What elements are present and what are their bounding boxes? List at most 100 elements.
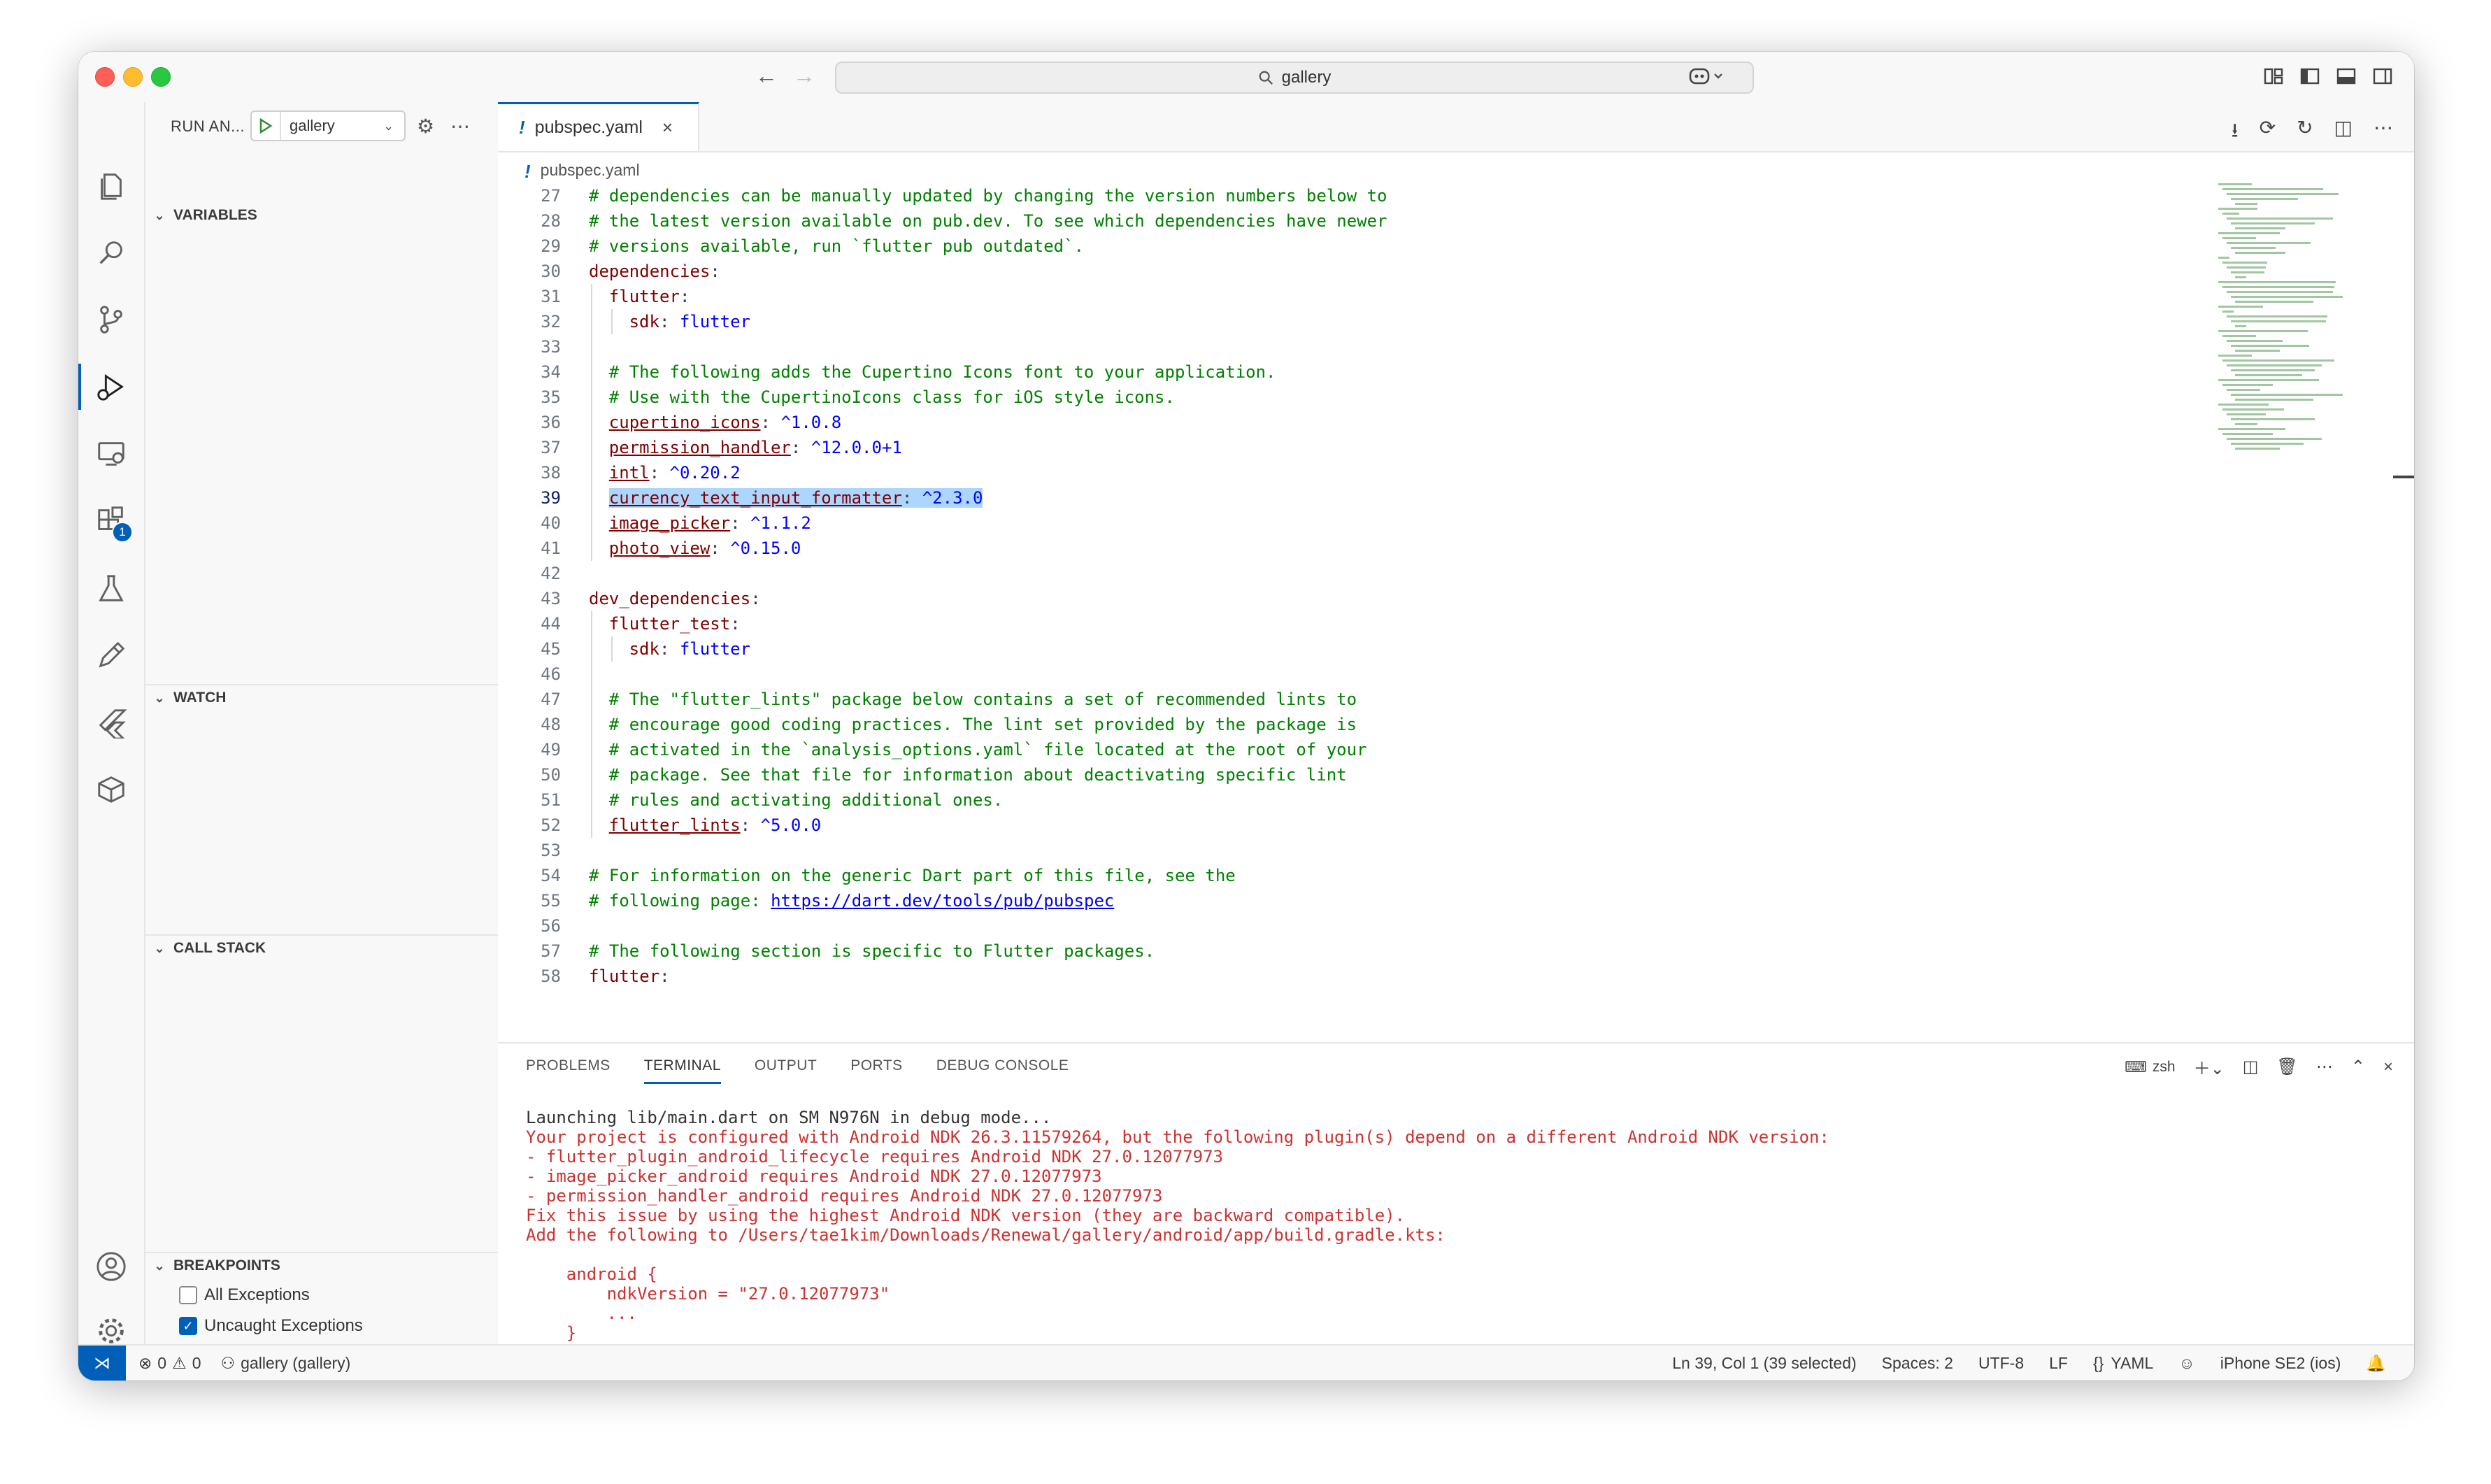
- pencil-tools-icon[interactable]: [94, 638, 129, 673]
- encoding-status[interactable]: UTF-8: [1978, 1354, 2024, 1373]
- remote-indicator-icon[interactable]: ⋊: [78, 1346, 126, 1380]
- remote-explorer-icon[interactable]: [94, 436, 129, 471]
- code-line[interactable]: 57 # The following section is specific to…: [498, 939, 2232, 964]
- variables-section-header[interactable]: ⌄ VARIABLES: [152, 207, 257, 224]
- minimap[interactable]: [2218, 183, 2393, 547]
- command-center-search[interactable]: gallery: [835, 62, 1754, 94]
- copilot-status-icon[interactable]: ☺: [2178, 1354, 2194, 1373]
- code-line[interactable]: 54 # For information on the generic Dart …: [498, 863, 2232, 888]
- code-line[interactable]: 40 image_picker: ^1.1.2: [498, 511, 2232, 536]
- customize-layout-icon[interactable]: [2263, 66, 2284, 87]
- breakpoint-all-exceptions[interactable]: All Exceptions: [179, 1285, 310, 1305]
- code-line[interactable]: 28 # the latest version available on pub.…: [498, 208, 2232, 234]
- code-line[interactable]: 41 photo_view: ^0.15.0: [498, 536, 2232, 561]
- code-line[interactable]: 55 # following page: https://dart.dev/too…: [498, 888, 2232, 913]
- settings-gear-icon[interactable]: [94, 1313, 129, 1348]
- code-line[interactable]: 49 # activated in the `analysis_options.y…: [498, 737, 2232, 762]
- device-status[interactable]: iPhone SE2 (ios): [2220, 1354, 2341, 1373]
- code-line[interactable]: 31 flutter:: [498, 284, 2232, 309]
- code-line[interactable]: 53: [498, 838, 2232, 863]
- call-stack-section-header[interactable]: ⌄ CALL STACK: [152, 940, 266, 957]
- testing-icon[interactable]: [94, 571, 129, 606]
- more-actions-icon[interactable]: ⋯: [2374, 116, 2393, 150]
- start-debugging-play-icon[interactable]: [252, 112, 281, 140]
- code-line[interactable]: 32 sdk: flutter: [498, 309, 2232, 334]
- eol-status[interactable]: LF: [2049, 1354, 2068, 1373]
- indentation-status[interactable]: Spaces: 2: [1882, 1354, 1953, 1373]
- language-mode-status[interactable]: {} YAML: [2093, 1354, 2153, 1373]
- more-actions-icon[interactable]: ⋯: [450, 115, 470, 138]
- debug-config-status[interactable]: ⚇ gallery (gallery): [221, 1354, 351, 1373]
- download-icon[interactable]: ⭳: [2232, 116, 2239, 150]
- cursor-position[interactable]: Ln 39, Col 1 (39 selected): [1672, 1354, 1856, 1373]
- breakpoints-section-header[interactable]: ⌄ BREAKPOINTS: [152, 1257, 280, 1274]
- code-line[interactable]: 56: [498, 913, 2232, 939]
- launch-config-select[interactable]: gallery ⌄: [250, 110, 406, 141]
- close-window-button[interactable]: [95, 67, 115, 87]
- tab-terminal[interactable]: TERMINAL: [643, 1057, 722, 1084]
- code-line[interactable]: 33: [498, 334, 2232, 359]
- close-panel-icon[interactable]: ×: [2383, 1057, 2393, 1077]
- explorer-icon[interactable]: [94, 168, 129, 203]
- notifications-bell-icon[interactable]: 🔔: [2366, 1354, 2386, 1373]
- maximize-panel-icon[interactable]: ⌃: [2351, 1057, 2365, 1077]
- more-actions-icon[interactable]: ⋯: [2316, 1057, 2333, 1077]
- code-line[interactable]: 35 # Use with the CupertinoIcons class fo…: [498, 385, 2232, 410]
- source-control-icon[interactable]: [94, 302, 129, 337]
- debug-settings-gear-icon[interactable]: ⚙: [417, 115, 434, 138]
- problems-status[interactable]: ⊗ 0 ⚠ 0: [138, 1354, 201, 1373]
- tab-ports[interactable]: PORTS: [850, 1057, 902, 1084]
- code-line[interactable]: 27 # dependencies can be manually updated…: [498, 183, 2232, 208]
- back-arrow-icon[interactable]: ←: [755, 63, 778, 89]
- split-editor-icon[interactable]: ◫: [2334, 116, 2353, 150]
- toggle-panel-icon[interactable]: [2336, 66, 2357, 87]
- search-icon[interactable]: [94, 235, 129, 270]
- trash-icon[interactable]: 🗑: [2276, 1057, 2297, 1077]
- code-line[interactable]: 43 dev_dependencies:: [498, 586, 2232, 611]
- toggle-primary-sidebar-icon[interactable]: [2299, 66, 2320, 87]
- split-terminal-icon[interactable]: ◫: [2243, 1057, 2259, 1077]
- code-line[interactable]: 39 currency_text_input_formatter: ^2.3.0: [498, 485, 2232, 511]
- code-line[interactable]: 46: [498, 662, 2232, 687]
- code-line[interactable]: 50 # package. See that file for informati…: [498, 762, 2232, 787]
- code-line[interactable]: 44 flutter_test:: [498, 611, 2232, 636]
- tab-output[interactable]: OUTPUT: [755, 1057, 817, 1084]
- tab-debug-console[interactable]: DEBUG CONSOLE: [936, 1057, 1069, 1084]
- code-line[interactable]: 42: [498, 561, 2232, 586]
- terminal-shell-selector[interactable]: ⌨ zsh: [2125, 1058, 2175, 1076]
- code-line[interactable]: 47 # The "flutter_lints" package below co…: [498, 687, 2232, 712]
- minimize-window-button[interactable]: [123, 67, 143, 87]
- code-line[interactable]: 37 permission_handler: ^12.0.0+1: [498, 435, 2232, 460]
- tab-pubspec-yaml[interactable]: ! pubspec.yaml ×: [498, 102, 699, 151]
- code-line[interactable]: 34 # The following adds the Cupertino Ico…: [498, 359, 2232, 385]
- tab-problems[interactable]: PROBLEMS: [526, 1057, 611, 1084]
- breadcrumb-file[interactable]: pubspec.yaml: [541, 161, 640, 183]
- terminal-output[interactable]: Launching lib/main.dart on SM N976N in d…: [526, 1108, 2386, 1380]
- uncaught-exceptions-checkbox[interactable]: ✓: [179, 1317, 197, 1335]
- zoom-window-button[interactable]: [151, 67, 171, 87]
- code-editor[interactable]: 27 # dependencies can be manually updated…: [498, 183, 2232, 1042]
- watch-section-header[interactable]: ⌄ WATCH: [152, 690, 226, 706]
- breadcrumb[interactable]: ! pubspec.yaml: [524, 161, 640, 183]
- account-icon[interactable]: [94, 1249, 129, 1284]
- new-terminal-plus-icon[interactable]: ＋⌄: [2194, 1055, 2225, 1079]
- code-line[interactable]: 45 sdk: flutter: [498, 636, 2232, 662]
- extensions-icon[interactable]: 1: [94, 504, 133, 543]
- code-line[interactable]: 58 flutter:: [498, 964, 2232, 989]
- refresh-icon[interactable]: ↻: [2297, 116, 2313, 150]
- package-icon[interactable]: [94, 772, 129, 807]
- flutter-icon[interactable]: [94, 705, 129, 740]
- code-line[interactable]: 51 # rules and activating additional ones…: [498, 787, 2232, 813]
- code-line[interactable]: 52 flutter_lints: ^5.0.0: [498, 813, 2232, 838]
- scrollbar-marker[interactable]: [2393, 476, 2414, 478]
- comment-link[interactable]: https://dart.dev/tools/pub/pubspec: [771, 891, 1114, 911]
- close-tab-icon[interactable]: ×: [662, 117, 673, 138]
- sync-icon[interactable]: ⟳: [2260, 116, 2276, 150]
- code-line[interactable]: 38 intl: ^0.20.2: [498, 460, 2232, 485]
- all-exceptions-checkbox[interactable]: [179, 1286, 197, 1304]
- code-line[interactable]: 36 cupertino_icons: ^1.0.8: [498, 410, 2232, 435]
- breakpoint-uncaught-exceptions[interactable]: ✓ Uncaught Exceptions: [179, 1316, 363, 1336]
- copilot-icon[interactable]: [1688, 66, 1730, 87]
- code-line[interactable]: 30 dependencies:: [498, 259, 2232, 284]
- toggle-secondary-sidebar-icon[interactable]: [2372, 66, 2393, 87]
